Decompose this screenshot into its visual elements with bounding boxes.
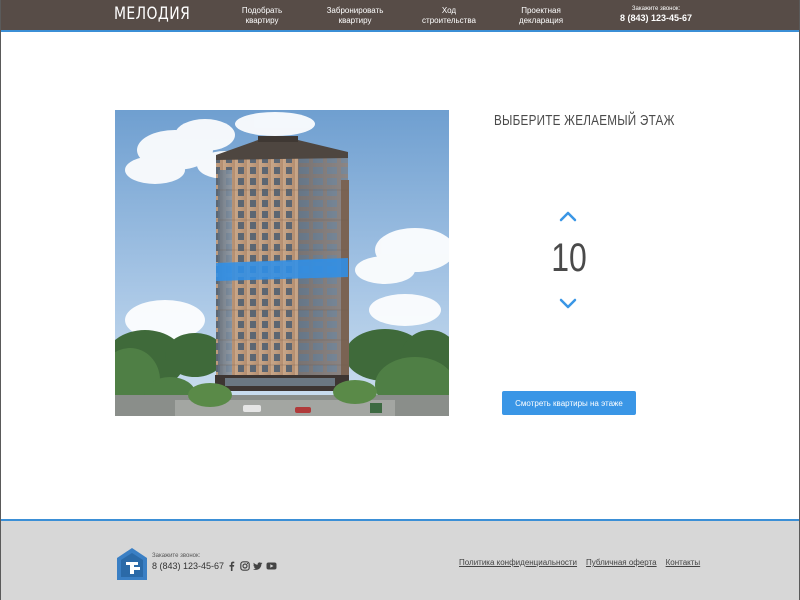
- instagram-icon[interactable]: [240, 558, 250, 571]
- twitter-icon[interactable]: [253, 558, 263, 570]
- public-offer-link[interactable]: Публичная оферта: [586, 558, 657, 567]
- footer-callback[interactable]: Закажите звонок: 8 (843) 123-45-67: [152, 552, 224, 572]
- nav-label-line2: декларация: [518, 16, 564, 25]
- nav-label-line2: квартиру: [338, 16, 372, 25]
- youtube-icon[interactable]: [266, 558, 277, 570]
- chevron-up-icon: [559, 211, 577, 222]
- footer-callback-label: Закажите звонок:: [152, 553, 201, 559]
- nav-label-line1: Ход: [441, 6, 457, 15]
- header-callback[interactable]: Закажите звонок: 8 (843) 123-45-67: [613, 5, 699, 24]
- floor-up-button[interactable]: [557, 209, 579, 223]
- nav-pick-apartment[interactable]: Подобрать квартиру: [227, 6, 297, 26]
- nav-label-line1: Проектная: [521, 6, 561, 15]
- facebook-icon[interactable]: [227, 558, 236, 571]
- view-apartments-button[interactable]: Смотреть квартиры на этаже: [502, 391, 636, 415]
- header-phone-number[interactable]: 8 (843) 123-45-67: [613, 13, 699, 24]
- page: МЕЛОДИЯ Подобрать квартиру Забронировать…: [0, 0, 800, 600]
- footer: Закажите звонок: 8 (843) 123-45-67 Полит…: [1, 519, 799, 600]
- nav-project-declaration[interactable]: Проектная декларация: [506, 6, 576, 26]
- contacts-link[interactable]: Контакты: [666, 558, 701, 567]
- nav-label-line1: Забронировать: [326, 6, 384, 15]
- logo[interactable]: МЕЛОДИЯ: [114, 4, 190, 24]
- nav-label-line2: квартиру: [245, 16, 279, 25]
- nav-label-line2: строительства: [422, 16, 476, 25]
- callback-label: Закажите звонок:: [631, 6, 681, 12]
- footer-links: Политика конфиденциальности Публичная оф…: [459, 558, 700, 567]
- house-logo-icon: [117, 548, 147, 580]
- nav-label-line1: Подобрать: [241, 6, 283, 15]
- building-image: [115, 110, 449, 416]
- nav-construction-progress[interactable]: Ход строительства: [413, 6, 485, 26]
- footer-phone-number[interactable]: 8 (843) 123-45-67: [152, 560, 224, 572]
- nav-book-apartment[interactable]: Забронировать квартиру: [319, 6, 391, 26]
- floor-down-button[interactable]: [557, 297, 579, 311]
- privacy-policy-link[interactable]: Политика конфиденциальности: [459, 558, 577, 567]
- chevron-down-icon: [559, 298, 577, 309]
- footer-logo[interactable]: [116, 547, 148, 581]
- floor-number: 10: [551, 236, 587, 280]
- page-title: ВЫБЕРИТЕ ЖЕЛАЕМЫЙ ЭТАЖ: [494, 112, 675, 129]
- header: МЕЛОДИЯ Подобрать квартиру Забронировать…: [1, 0, 799, 32]
- social-links: [227, 557, 277, 571]
